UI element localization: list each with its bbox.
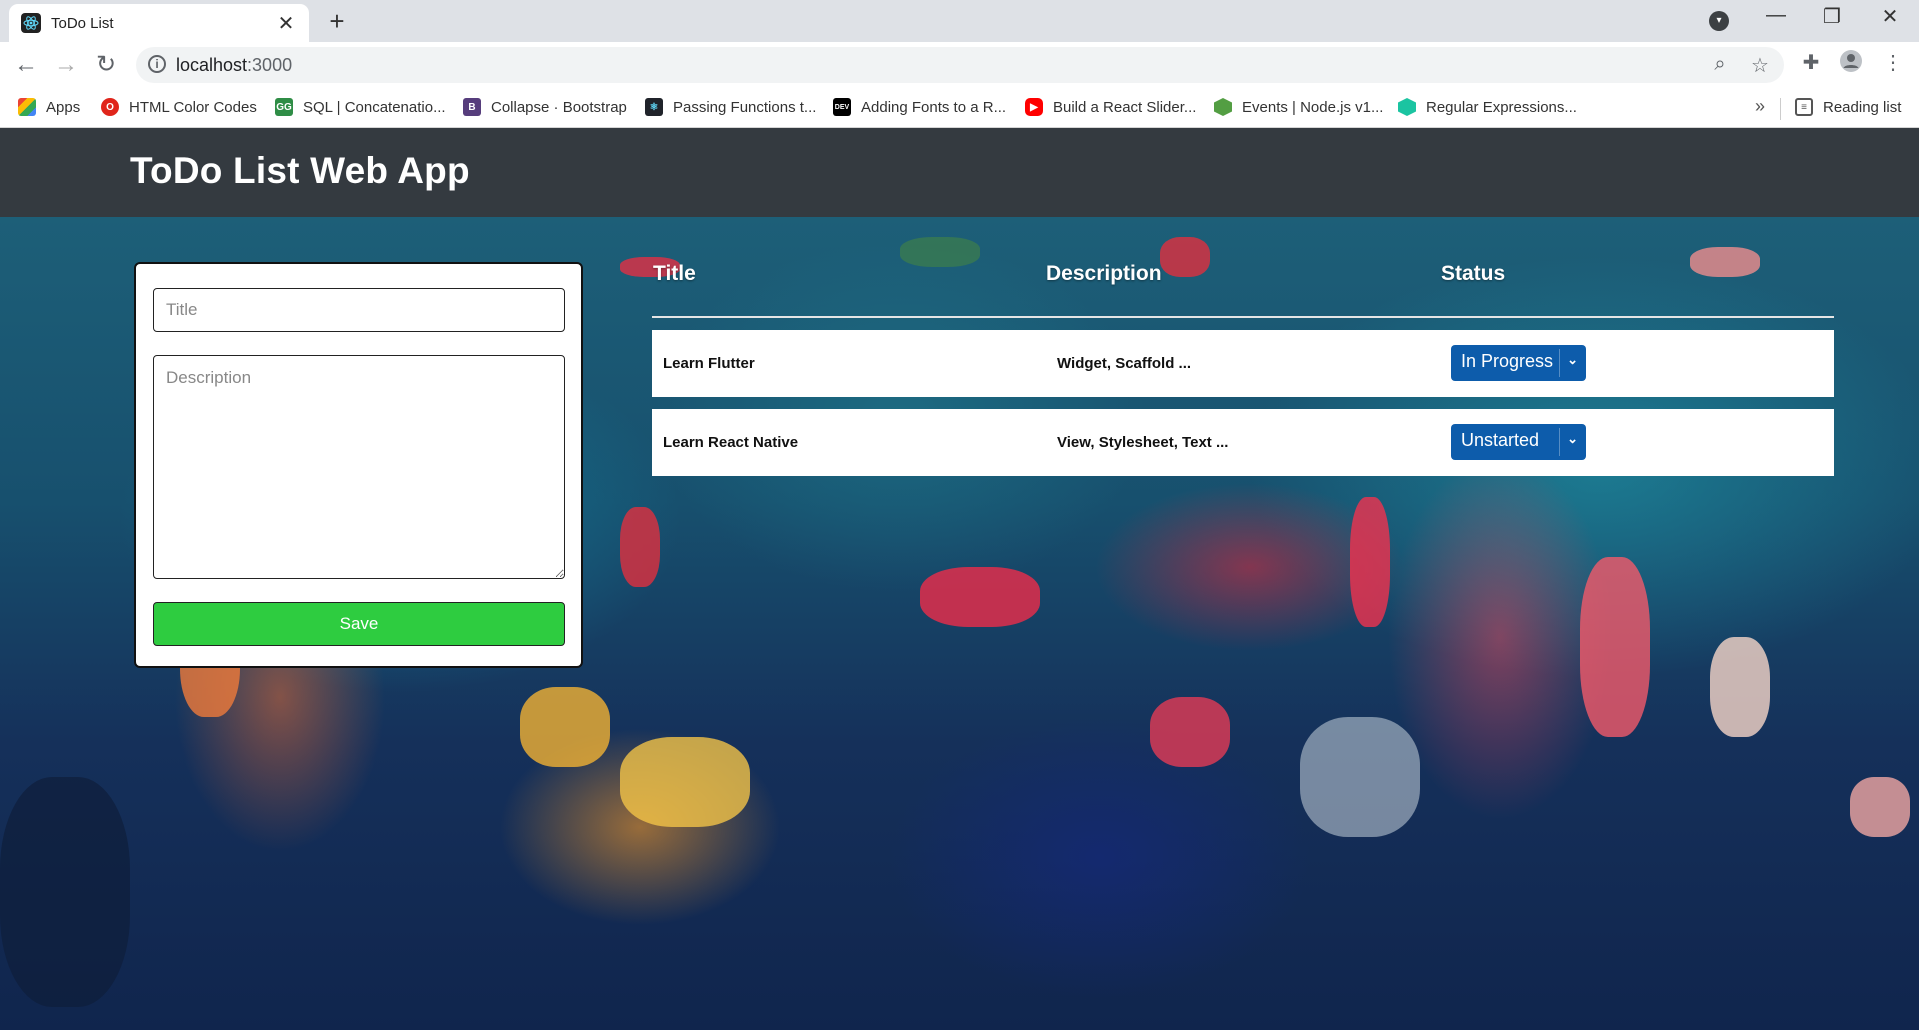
row-description: View, Stylesheet, Text ... [1057,434,1229,451]
row-description: Widget, Scaffold ... [1057,355,1192,372]
reload-icon[interactable]: ↻ [90,49,122,81]
bookmark-html-color-codes[interactable]: O HTML Color Codes [101,98,257,116]
description-textarea[interactable] [153,355,565,579]
page-title: ToDo List Web App [130,150,470,191]
bootstrap-icon: B [463,98,481,116]
react-icon: ⚛ [645,98,663,116]
paint-splash [1150,697,1230,767]
select-divider [1559,428,1560,456]
restore-icon[interactable]: ❐ [1812,4,1852,29]
regex-icon [1398,98,1416,116]
column-header-title: Title [653,262,696,285]
paint-splash [520,687,610,767]
chevron-down-icon: ⌄ [1567,431,1578,446]
reading-list-icon: ≡ [1795,98,1813,116]
address-url[interactable]: localhost:3000 [176,55,292,76]
back-icon[interactable]: ← [10,49,42,81]
status-select[interactable]: Unstarted ⌄ [1451,424,1586,460]
zoom-icon[interactable]: ⌕ [1706,53,1734,76]
site-info-icon[interactable]: i [148,55,166,73]
app-header: ToDo List Web App [0,128,1919,217]
bookmark-react-slider[interactable]: ▶ Build a React Slider... [1025,98,1196,116]
browser-tab[interactable]: ToDo List ✕ [9,4,309,42]
table-row: Learn Flutter Widget, Scaffold ... In Pr… [652,330,1834,397]
reading-list-button[interactable]: ≡ Reading list [1795,98,1901,116]
status-select[interactable]: In Progress ⌄ [1451,345,1586,381]
title-input[interactable] [153,288,565,332]
menu-kebab-icon[interactable]: ⋮ [1878,50,1908,75]
paint-splash [0,777,130,1007]
bookmark-nodejs-events[interactable]: Events | Node.js v1... [1214,98,1383,116]
row-title: Learn React Native [663,434,799,451]
chevron-down-icon: ⌄ [1567,352,1578,367]
nodejs-icon [1214,98,1232,116]
paint-splash [1850,777,1910,837]
opera-icon: O [101,98,119,116]
bookmarks-bar: Apps O HTML Color Codes GG SQL | Concate… [0,88,1919,128]
paint-splash [1350,497,1390,627]
bookmark-apps[interactable]: Apps [18,98,80,116]
save-button[interactable]: Save [153,602,565,646]
browser-tabstrip: ToDo List ✕ + ▾ — ❐ ✕ [0,0,1919,42]
close-window-icon[interactable]: ✕ [1870,4,1910,29]
bookmark-regular-expressions[interactable]: Regular Expressions... [1398,98,1577,116]
minimize-icon[interactable]: — [1756,4,1796,27]
dev-icon: DEV [833,98,851,116]
row-title: Learn Flutter [663,355,755,372]
column-header-description: Description [1046,262,1162,285]
status-value: In Progress [1461,351,1554,371]
select-divider [1559,349,1560,377]
geeks-icon: GG [275,98,293,116]
bookmark-sql-concatenation[interactable]: GG SQL | Concatenatio... [275,98,446,116]
react-icon [21,13,41,33]
table-row: Learn React Native View, Stylesheet, Tex… [652,409,1834,476]
tab-search-icon[interactable]: ▾ [1709,11,1729,31]
forward-icon[interactable]: → [50,49,82,81]
column-header-status: Status [1441,262,1506,285]
todo-form: Save [134,262,583,668]
bookmark-adding-fonts[interactable]: DEV Adding Fonts to a R... [833,98,1006,116]
bookmark-star-icon[interactable]: ☆ [1746,53,1774,78]
bookmarks-divider [1780,98,1781,120]
more-bookmarks-icon[interactable]: » [1755,96,1765,117]
close-tab-icon[interactable]: ✕ [275,11,297,36]
paint-splash [620,507,660,587]
extensions-icon[interactable]: ✚ [1796,50,1826,75]
todo-table-header: Title Description Status [652,262,1834,318]
paint-splash [1580,557,1650,737]
profile-avatar-icon[interactable] [1836,50,1866,78]
youtube-icon: ▶ [1025,98,1043,116]
browser-toolbar: ← → ↻ i localhost:3000 ⌕ ☆ ✚ ⋮ [0,42,1919,88]
address-bar[interactable]: i localhost:3000 ⌕ ☆ [136,47,1784,83]
paint-splash [620,737,750,827]
paint-splash [1710,637,1770,737]
bookmark-passing-functions[interactable]: ⚛ Passing Functions t... [645,98,816,116]
apps-grid-icon [18,98,36,116]
status-value: Unstarted [1461,430,1540,450]
paint-splash [1300,717,1420,837]
bookmark-collapse-bootstrap[interactable]: B Collapse · Bootstrap [463,98,627,116]
paint-splash [920,567,1040,627]
new-tab-icon[interactable]: + [322,6,352,37]
tab-title: ToDo List [51,14,114,32]
